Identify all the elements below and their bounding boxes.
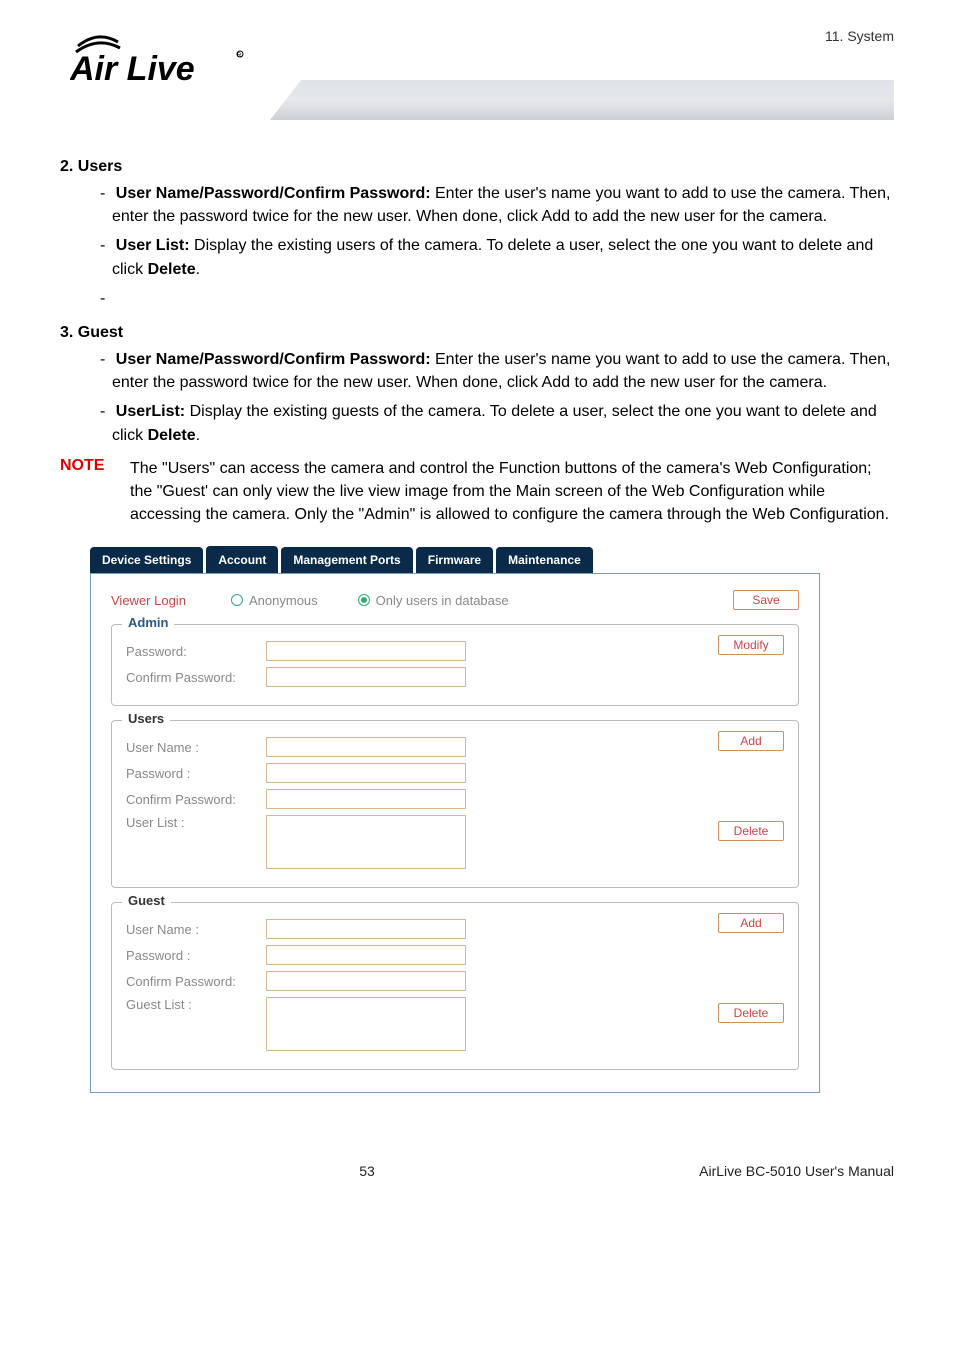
users-item-2: - User List: Display the existing users … — [100, 234, 894, 280]
guest-item-1: - User Name/Password/Confirm Password: E… — [100, 348, 894, 394]
header-banner — [270, 80, 894, 120]
users-section: Users User Name : Password : Confirm Pas… — [111, 720, 799, 888]
guest-list-label: Guest List : — [126, 997, 266, 1012]
guest-confirm-label: Confirm Password: — [126, 974, 266, 989]
tab-firmware[interactable]: Firmware — [416, 547, 493, 573]
save-button[interactable]: Save — [733, 590, 799, 610]
users-confirm-label: Confirm Password: — [126, 792, 266, 807]
page-header: Air Live R 11. System — [60, 20, 894, 130]
guest-add-button[interactable]: Add — [718, 913, 784, 933]
users-list-label: User List : — [126, 815, 266, 830]
tab-maintenance[interactable]: Maintenance — [496, 547, 593, 573]
guest-delete-button[interactable]: Delete — [718, 1003, 784, 1023]
users-item-1-bold: User Name/Password/Confirm Password: — [116, 185, 431, 202]
guest-username-input[interactable] — [266, 919, 466, 939]
guest-password-label: Password : — [126, 948, 266, 963]
chapter-label: 11. System — [825, 28, 894, 44]
users-delete-button[interactable]: Delete — [718, 821, 784, 841]
guest-list-box[interactable] — [266, 997, 466, 1051]
admin-confirm-input[interactable] — [266, 667, 466, 687]
settings-tabs: Device Settings Account Management Ports… — [90, 546, 820, 573]
guest-item-2-bold: UserList: — [116, 403, 185, 420]
svg-text:R: R — [237, 53, 242, 59]
guest-username-label: User Name : — [126, 922, 266, 937]
users-item-2-text2: . — [196, 261, 200, 278]
users-item-1: - User Name/Password/Confirm Password: E… — [100, 182, 894, 228]
users-confirm-input[interactable] — [266, 789, 466, 809]
modify-button[interactable]: Modify — [718, 635, 784, 655]
admin-section: Admin Password: Confirm Password: Modify — [111, 624, 799, 706]
guest-confirm-input[interactable] — [266, 971, 466, 991]
users-add-button[interactable]: Add — [718, 731, 784, 751]
radio-anonymous[interactable]: Anonymous — [231, 593, 318, 608]
users-password-label: Password : — [126, 766, 266, 781]
users-item-2-bold2: Delete — [148, 261, 196, 278]
tab-management-ports[interactable]: Management Ports — [281, 547, 412, 573]
users-item-2-bold: User List: — [116, 237, 190, 254]
lone-dash: - — [100, 287, 894, 310]
guest-section: Guest User Name : Password : Confirm Pas… — [111, 902, 799, 1070]
account-panel: Viewer Login Anonymous Only users in dat… — [90, 573, 820, 1093]
guest-password-input[interactable] — [266, 945, 466, 965]
admin-legend: Admin — [122, 615, 174, 630]
admin-password-label: Password: — [126, 644, 266, 659]
users-list-box[interactable] — [266, 815, 466, 869]
guest-item-2-bold2: Delete — [148, 427, 196, 444]
tab-device-settings[interactable]: Device Settings — [90, 547, 203, 573]
brand-logo: Air Live R — [70, 28, 250, 92]
doc-title: AirLive BC-5010 User's Manual — [614, 1163, 894, 1179]
admin-confirm-label: Confirm Password: — [126, 670, 266, 685]
radio-anonymous-label: Anonymous — [249, 593, 318, 608]
page-number: 53 — [120, 1163, 614, 1179]
document-body: 2. Users - User Name/Password/Confirm Pa… — [60, 158, 894, 1093]
viewer-login-label: Viewer Login — [111, 593, 231, 608]
radio-only-users[interactable]: Only users in database — [358, 593, 509, 608]
users-legend: Users — [122, 711, 170, 726]
note-text: The "Users" can access the camera and co… — [130, 457, 894, 527]
note-label: NOTE — [60, 457, 130, 527]
account-settings-screenshot: Device Settings Account Management Ports… — [90, 546, 820, 1093]
svg-text:Air Live: Air Live — [70, 50, 195, 88]
users-password-input[interactable] — [266, 763, 466, 783]
guest-item-2-text2: . — [196, 427, 200, 444]
guest-item-2: - UserList: Display the existing guests … — [100, 400, 894, 446]
tab-account[interactable]: Account — [206, 546, 278, 573]
radio-only-users-label: Only users in database — [376, 593, 509, 608]
users-item-2-text: Display the existing users of the camera… — [112, 237, 873, 277]
radio-empty-icon — [231, 594, 243, 606]
radio-selected-icon — [358, 594, 370, 606]
guest-legend: Guest — [122, 893, 171, 908]
guest-item-2-text: Display the existing guests of the camer… — [112, 403, 877, 443]
guest-heading: 3. Guest — [60, 324, 894, 342]
users-username-input[interactable] — [266, 737, 466, 757]
admin-password-input[interactable] — [266, 641, 466, 661]
page-footer: 53 AirLive BC-5010 User's Manual — [0, 1133, 954, 1199]
guest-item-1-bold: User Name/Password/Confirm Password: — [116, 351, 431, 368]
users-heading: 2. Users — [60, 158, 894, 176]
users-username-label: User Name : — [126, 740, 266, 755]
